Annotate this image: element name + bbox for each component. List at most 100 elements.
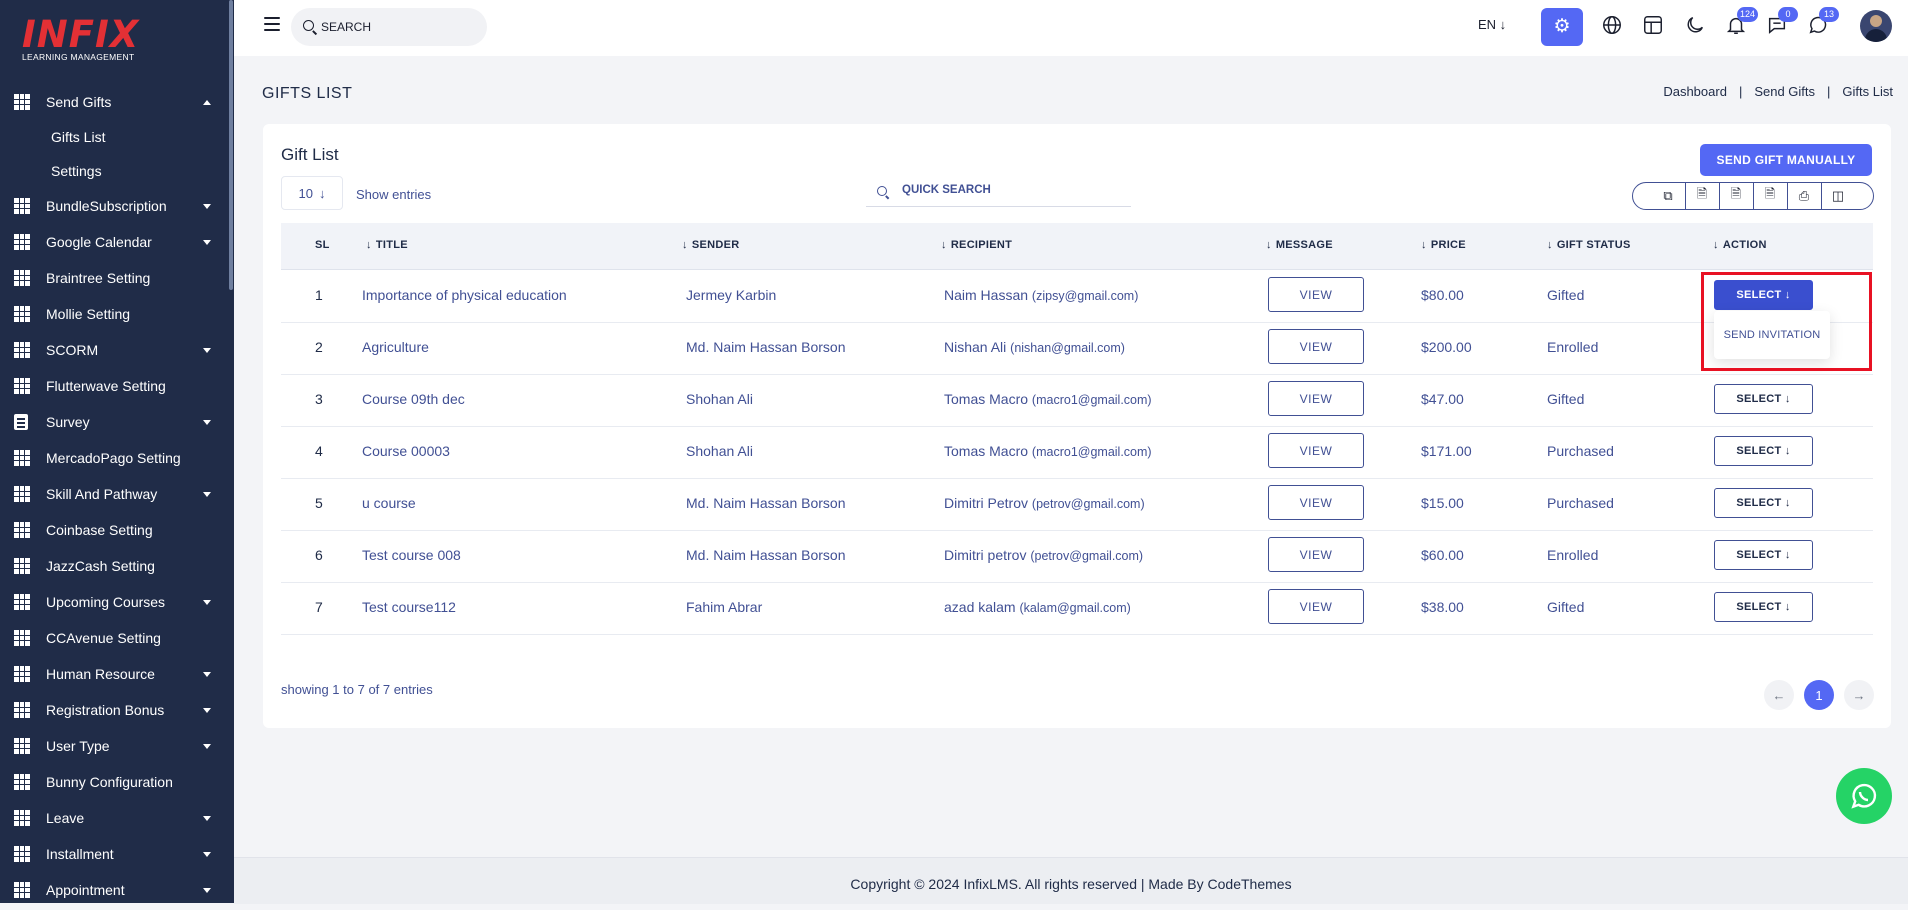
sidebar-item-label: User Type (46, 738, 110, 754)
recipient-name: Tomas Macro (944, 443, 1029, 459)
cell-price: $15.00 (1421, 495, 1464, 511)
sidebar-item-user-type[interactable]: User Type (0, 728, 229, 764)
th-sender[interactable]: ↓ SENDER (682, 239, 739, 251)
copy-icon[interactable]: ⧉ (1652, 183, 1685, 209)
select-label: SELECT (1736, 601, 1782, 613)
sidebar-item-registration-bonus[interactable]: Registration Bonus (0, 692, 229, 728)
sidebar-item-bunny-configuration[interactable]: Bunny Configuration (0, 764, 229, 800)
breadcrumb-send-gifts[interactable]: Send Gifts (1754, 84, 1815, 99)
view-message-button[interactable]: VIEW (1268, 433, 1364, 468)
globe-icon[interactable] (1600, 14, 1624, 38)
cell-title: u course (362, 495, 416, 511)
view-message-button[interactable]: VIEW (1268, 589, 1364, 624)
prev-page-button[interactable]: ← (1764, 680, 1794, 710)
arrow-down-icon: ↓ (1781, 549, 1791, 561)
search-input[interactable] (319, 19, 473, 35)
whatsapp-float-button[interactable] (1836, 768, 1892, 824)
hamburger-menu-icon[interactable] (264, 17, 280, 31)
cell-sl: 3 (315, 391, 323, 407)
view-message-button[interactable]: VIEW (1268, 485, 1364, 520)
whatsapp-badge: 13 (1819, 7, 1839, 22)
cell-price: $200.00 (1421, 339, 1472, 355)
action-select-button[interactable]: SELECT ↓ (1714, 488, 1813, 518)
sidebar-item-label: Human Resource (46, 666, 155, 682)
breadcrumb-gifts-list: Gifts List (1842, 84, 1893, 99)
breadcrumb-dashboard[interactable]: Dashboard (1663, 84, 1727, 99)
grid-icon (14, 882, 30, 898)
logo-text: INFIX (22, 13, 140, 56)
sidebar-item-ccavenue-setting[interactable]: CCAvenue Setting (0, 620, 229, 656)
recipient-email: (nishan@gmail.com) (1010, 341, 1125, 355)
sidebar-item-mollie-setting[interactable]: Mollie Setting (0, 296, 229, 332)
cell-gift-status: Enrolled (1547, 339, 1599, 355)
view-message-button[interactable]: VIEW (1268, 537, 1364, 572)
sidebar-item-bundlesubscription[interactable]: BundleSubscription (0, 188, 229, 224)
sidebar-item-installment[interactable]: Installment (0, 836, 229, 872)
th-price[interactable]: ↓ PRICE (1421, 239, 1466, 251)
action-select-button[interactable]: SELECT ↓ (1714, 436, 1813, 466)
quick-search-input[interactable] (900, 183, 1124, 197)
view-message-button[interactable]: VIEW (1268, 277, 1364, 312)
th-action[interactable]: ↓ ACTION (1713, 239, 1767, 251)
whatsapp-chat-icon[interactable]: 13 (1806, 7, 1839, 38)
sidebar-subitem-gifts-list[interactable]: Gifts List (0, 120, 229, 154)
sidebar-item-skill-and-pathway[interactable]: Skill And Pathway (0, 476, 229, 512)
th-recipient[interactable]: ↓ RECIPIENT (941, 239, 1012, 251)
sidebar-item-appointment[interactable]: Appointment (0, 872, 229, 903)
avatar[interactable] (1860, 10, 1892, 42)
sidebar-item-upcoming-courses[interactable]: Upcoming Courses (0, 584, 229, 620)
select-label: SELECT (1736, 497, 1782, 509)
sidebar-item-flutterwave-setting[interactable]: Flutterwave Setting (0, 368, 229, 404)
action-select-button[interactable]: SELECT ↓ (1714, 540, 1813, 570)
cell-sender: Md. Naim Hassan Borson (686, 547, 846, 563)
cell-title: Course 09th dec (362, 391, 465, 407)
cell-sender: Shohan Ali (686, 391, 753, 407)
cell-recipient: Nishan Ali (nishan@gmail.com) (944, 339, 1125, 355)
excel-icon[interactable]: 🗎 (1718, 183, 1753, 209)
settings-chip-icon[interactable]: ⚙ (1541, 8, 1583, 46)
grid-icon (14, 702, 30, 718)
grid-icon (14, 810, 30, 826)
send-gift-manually-button[interactable]: SEND GIFT MANUALLY (1700, 144, 1872, 176)
sidebar-scrollbar[interactable] (229, 0, 233, 290)
print-icon[interactable]: ⎙ (1786, 183, 1821, 209)
bell-icon[interactable]: 124 (1724, 7, 1759, 38)
sidebar-item-label: Mollie Setting (46, 306, 131, 322)
view-message-button[interactable]: VIEW (1268, 329, 1364, 364)
th-gift-status[interactable]: ↓ GIFT STATUS (1547, 239, 1631, 251)
sidebar-item-braintree-setting[interactable]: Braintree Setting (0, 260, 229, 296)
action-select-button[interactable]: SELECT ↓ (1714, 592, 1813, 622)
page-1-button[interactable]: 1 (1804, 680, 1834, 710)
global-search[interactable] (291, 8, 487, 46)
sidebar-item-mercadopago-setting[interactable]: MercadoPago Setting (0, 440, 229, 476)
message-icon[interactable]: 0 (1765, 7, 1798, 38)
recipient-email: (petrov@gmail.com) (1031, 497, 1145, 511)
next-page-button[interactable]: → (1844, 680, 1874, 710)
view-message-button[interactable]: VIEW (1268, 381, 1364, 416)
pdf-icon[interactable]: 🗎 (1752, 183, 1787, 209)
sidebar-item-leave[interactable]: Leave (0, 800, 229, 836)
csv-icon[interactable]: 🗎 (1684, 183, 1719, 209)
entries-select[interactable]: 10 ↓ (281, 176, 343, 210)
sidebar-item-survey[interactable]: Survey (0, 404, 229, 440)
dark-mode-moon-icon[interactable] (1683, 14, 1707, 38)
sidebar-item-jazzcash-setting[interactable]: JazzCash Setting (0, 548, 229, 584)
sidebar-item-label: Survey (46, 414, 90, 430)
language-selector[interactable]: EN ↓ (1478, 17, 1506, 32)
arrow-down-icon: ↓ (1781, 601, 1791, 613)
action-select-button[interactable]: SELECT ↓ (1714, 384, 1813, 414)
quick-search[interactable] (866, 176, 1131, 207)
sidebar-item-human-resource[interactable]: Human Resource (0, 656, 229, 692)
infix-logo[interactable]: INFIX LEARNING MANAGEMENT (22, 16, 142, 66)
sidebar-item-google-calendar[interactable]: Google Calendar (0, 224, 229, 260)
grid-icon (14, 666, 30, 682)
sidebar-subitem-settings[interactable]: Settings (0, 154, 229, 188)
th-title[interactable]: ↓ TITLE (366, 239, 408, 251)
th-message[interactable]: ↓ MESSAGE (1266, 239, 1333, 251)
table-row: 3 Course 09th dec Shohan Ali $47.00 Gifted To… (281, 374, 1873, 427)
layout-icon[interactable] (1641, 14, 1665, 38)
sidebar-item-coinbase-setting[interactable]: Coinbase Setting (0, 512, 229, 548)
sidebar-item-scorm[interactable]: SCORM (0, 332, 229, 368)
sidebar-item-send-gifts[interactable]: Send Gifts (0, 84, 229, 120)
columns-icon[interactable]: ◫ (1820, 183, 1855, 209)
